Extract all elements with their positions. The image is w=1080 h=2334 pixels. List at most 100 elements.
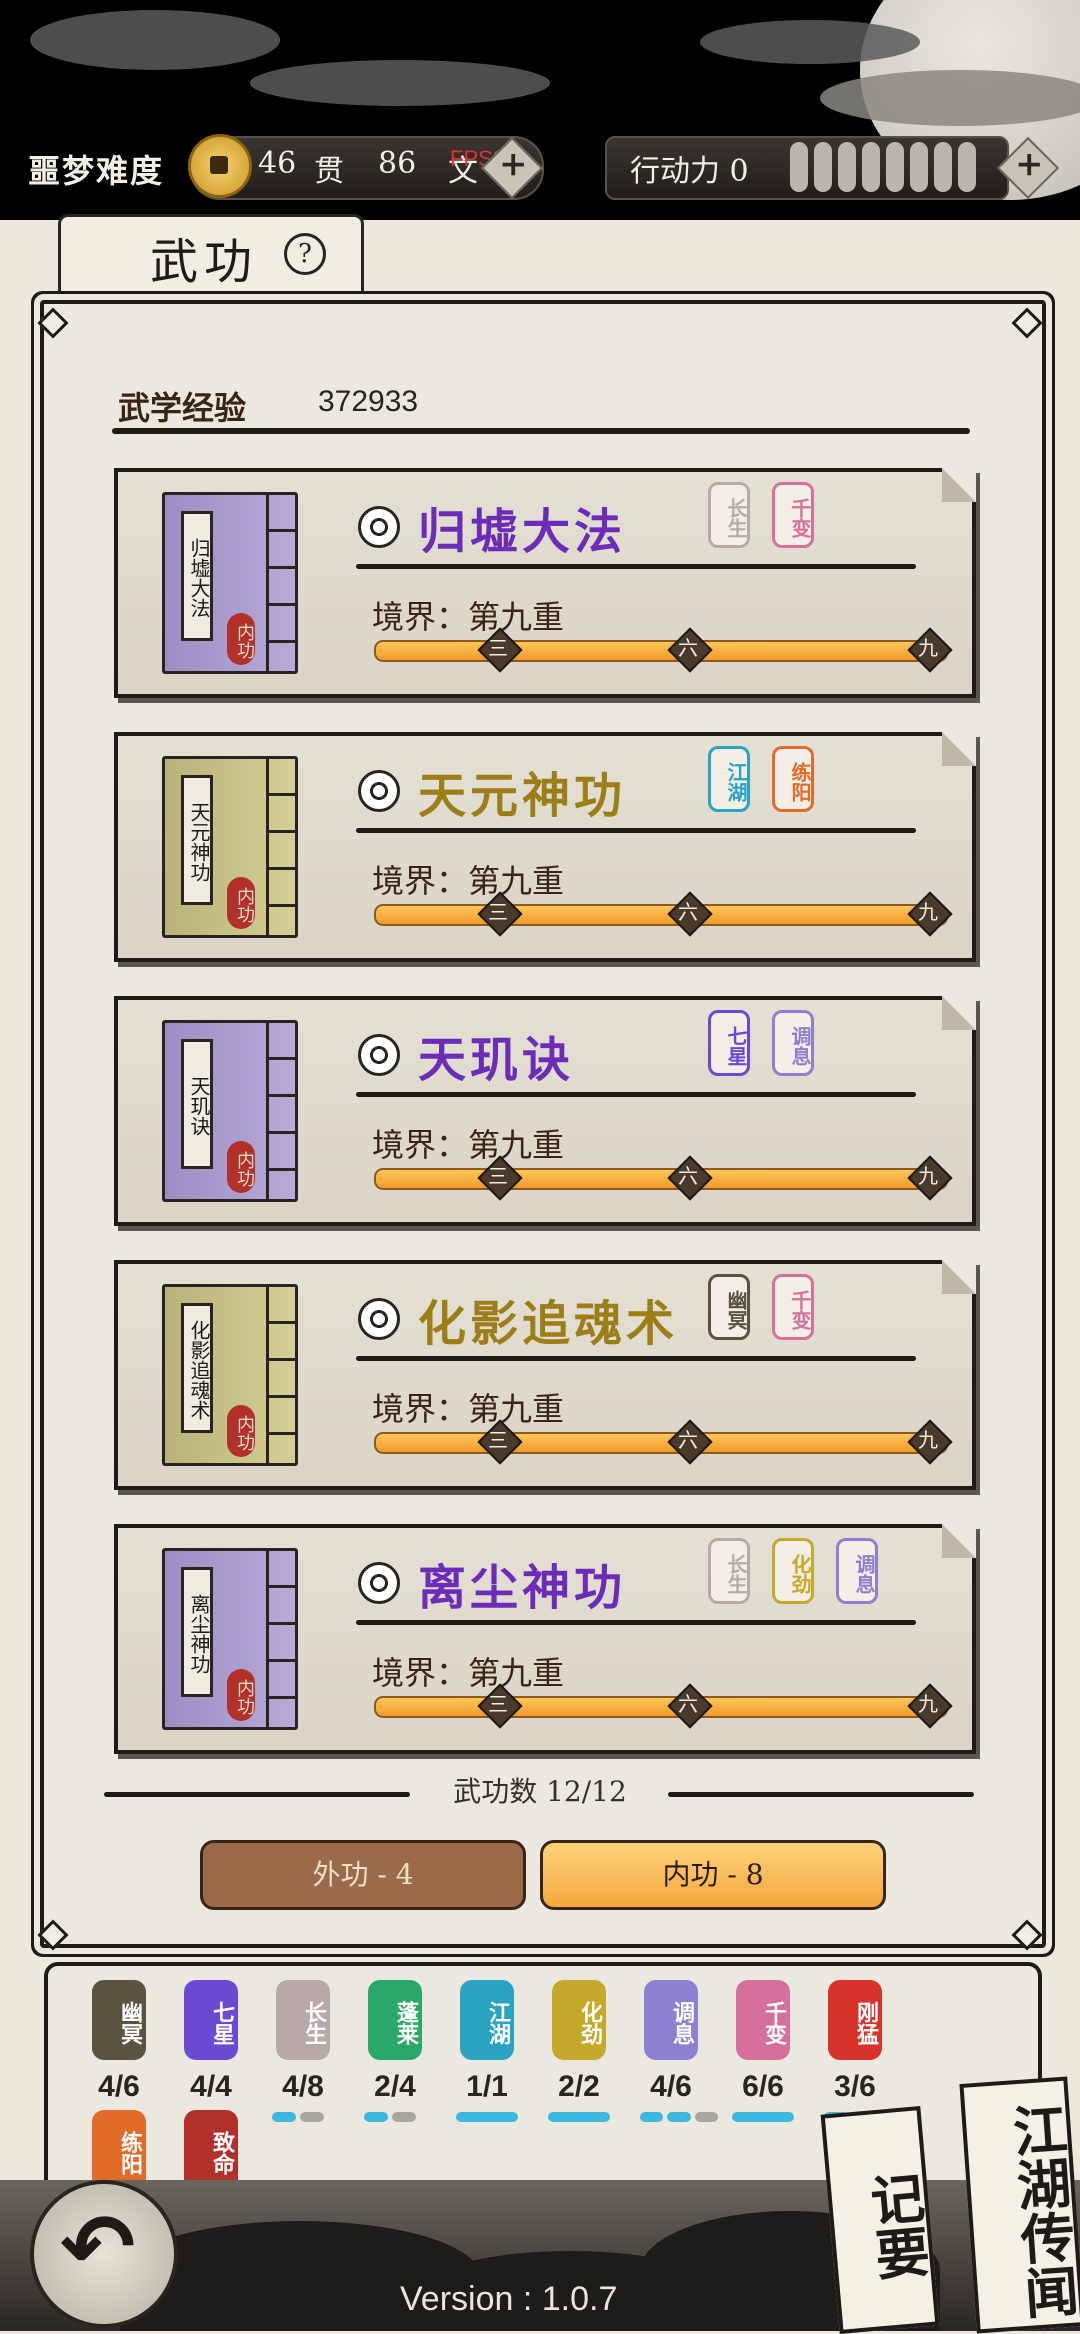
cloud: [700, 20, 920, 64]
progress-tick-label: 六: [678, 1692, 698, 1716]
cloud: [820, 70, 1080, 126]
skill-card[interactable]: 离尘神功 内功 离尘神功 境界：第九重三六九长生 化劲 调息: [114, 1524, 976, 1754]
skill-name: 归墟大法: [418, 504, 627, 560]
rumors-button[interactable]: 江湖传闻: [959, 2076, 1080, 2334]
tab-title: 武功: [150, 234, 259, 290]
attribute-tag[interactable]: 调息: [644, 1980, 698, 2060]
skill-trait-tag[interactable]: 练阳: [772, 746, 814, 812]
difficulty-label: 噩梦难度: [28, 152, 165, 190]
attribute-pip: [548, 2112, 610, 2122]
divider: [356, 1092, 916, 1097]
skill-trait-tag[interactable]: 七星: [708, 1010, 750, 1076]
skill-emblem-icon: [358, 1034, 400, 1076]
attribute-count: 2/4: [374, 2070, 416, 2103]
attribute-count: 6/6: [742, 2070, 784, 2103]
page-fold: [942, 468, 976, 502]
skill-book-icon: 化影追魂术 内功: [162, 1284, 298, 1466]
skill-realm: 境界：第九重: [372, 1390, 565, 1428]
book-seal: 内功: [227, 1669, 255, 1721]
divider: [356, 564, 916, 569]
attribute-count: 3/6: [834, 2070, 876, 2103]
skill-trait-tag[interactable]: 幽冥: [708, 1274, 750, 1340]
action-points-label: 行动力 0: [630, 154, 749, 189]
skill-trait-tag[interactable]: 调息: [836, 1538, 878, 1604]
action-point-segment: [934, 142, 952, 192]
attribute-tag[interactable]: 刚猛: [828, 1980, 882, 2060]
skill-book-icon: 天玑诀 内功: [162, 1020, 298, 1202]
skill-emblem-icon: [358, 506, 400, 548]
book-spine: [266, 1551, 295, 1727]
experience-label: 武学经验: [118, 389, 247, 427]
action-point-segment: [886, 142, 904, 192]
page-fold: [942, 996, 976, 1030]
attribute-pip: [732, 2112, 794, 2122]
attribute-pip: [640, 2112, 664, 2122]
progress-tick-label: 九: [918, 636, 938, 660]
attribute-tag[interactable]: 蓬莱: [368, 1980, 422, 2060]
attribute-tag[interactable]: 千变: [736, 1980, 790, 2060]
progress-tick-label: 六: [678, 900, 698, 924]
coin-hole: [210, 156, 228, 174]
action-point-segment: [814, 142, 832, 192]
internal-skills-button[interactable]: 内功 - 8: [540, 1840, 886, 1910]
page-fold: [942, 1260, 976, 1294]
skill-emblem-icon: [358, 1298, 400, 1340]
realm-progress-bar: [374, 1696, 948, 1718]
skill-trait-tag[interactable]: 千变: [772, 1274, 814, 1340]
skill-name: 离尘神功: [418, 1560, 627, 1616]
attribute-tag[interactable]: 长生: [276, 1980, 330, 2060]
attribute-pip: [456, 2112, 518, 2122]
plus-icon: +: [1015, 144, 1044, 184]
skill-card[interactable]: 天玑诀 内功 天玑诀 境界：第九重三六九七星 调息: [114, 996, 976, 1226]
skill-name: 天玑诀: [418, 1032, 575, 1088]
action-point-segment: [958, 142, 976, 192]
skill-trait-tag[interactable]: 调息: [772, 1010, 814, 1076]
attribute-count: 1/1: [466, 2070, 508, 2103]
skill-trait-tag[interactable]: 千变: [772, 482, 814, 548]
skill-book-icon: 离尘神功 内功: [162, 1548, 298, 1730]
progress-tick-label: 六: [678, 1428, 698, 1452]
attribute-count: 4/4: [190, 2070, 232, 2103]
skill-trait-tag[interactable]: 长生: [708, 482, 750, 548]
version-text: Version : 1.0.7: [400, 2280, 618, 2318]
attribute-tag[interactable]: 幽冥: [92, 1980, 146, 2060]
attribute-tag[interactable]: 七星: [184, 1980, 238, 2060]
action-point-segment: [910, 142, 928, 192]
progress-tick-label: 九: [918, 1428, 938, 1452]
progress-tick-label: 九: [918, 900, 938, 924]
attribute-tag[interactable]: 江湖: [460, 1980, 514, 2060]
external-skills-button[interactable]: 外功 - 4: [200, 1840, 526, 1910]
book-title: 归墟大法: [181, 511, 213, 641]
coin-count: 46: [258, 146, 297, 181]
skill-trait-tag[interactable]: 长生: [708, 1538, 750, 1604]
book-seal: 内功: [227, 877, 255, 929]
book-title: 离尘神功: [181, 1567, 213, 1697]
back-arrow-icon: ↶: [60, 2195, 136, 2300]
experience-value: 372933: [318, 385, 419, 418]
progress-tick-label: 六: [678, 1164, 698, 1188]
attribute-count: 4/6: [650, 2070, 692, 2103]
skill-book-icon: 天元神功 内功: [162, 756, 298, 938]
progress-tick-label: 三: [488, 1428, 508, 1452]
book-title: 天玑诀: [181, 1039, 213, 1169]
attribute-pip: [272, 2112, 296, 2122]
skill-trait-tag[interactable]: 江湖: [708, 746, 750, 812]
notes-button[interactable]: 记要: [820, 2106, 940, 2334]
skill-realm: 境界：第九重: [372, 862, 565, 900]
skill-trait-tag[interactable]: 化劲: [772, 1538, 814, 1604]
attribute-tag[interactable]: 练阳: [92, 2110, 146, 2190]
cloud: [30, 10, 280, 70]
page-fold: [942, 1524, 976, 1558]
page-fold: [942, 732, 976, 766]
divider: [112, 428, 970, 434]
attribute-tag[interactable]: 致命: [184, 2110, 238, 2190]
skill-card[interactable]: 归墟大法 内功 归墟大法 境界：第九重三六九长生 千变: [114, 468, 976, 698]
help-icon[interactable]: ?: [284, 233, 326, 275]
attribute-count: 4/8: [282, 2070, 324, 2103]
skill-card[interactable]: 化影追魂术 内功 化影追魂术 境界：第九重三六九幽冥 千变: [114, 1260, 976, 1490]
progress-tick-label: 三: [488, 900, 508, 924]
attribute-count: 2/2: [558, 2070, 600, 2103]
attribute-tag[interactable]: 化劲: [552, 1980, 606, 2060]
divider: [668, 1792, 974, 1797]
skill-card[interactable]: 天元神功 内功 天元神功 境界：第九重三六九江湖 练阳: [114, 732, 976, 962]
